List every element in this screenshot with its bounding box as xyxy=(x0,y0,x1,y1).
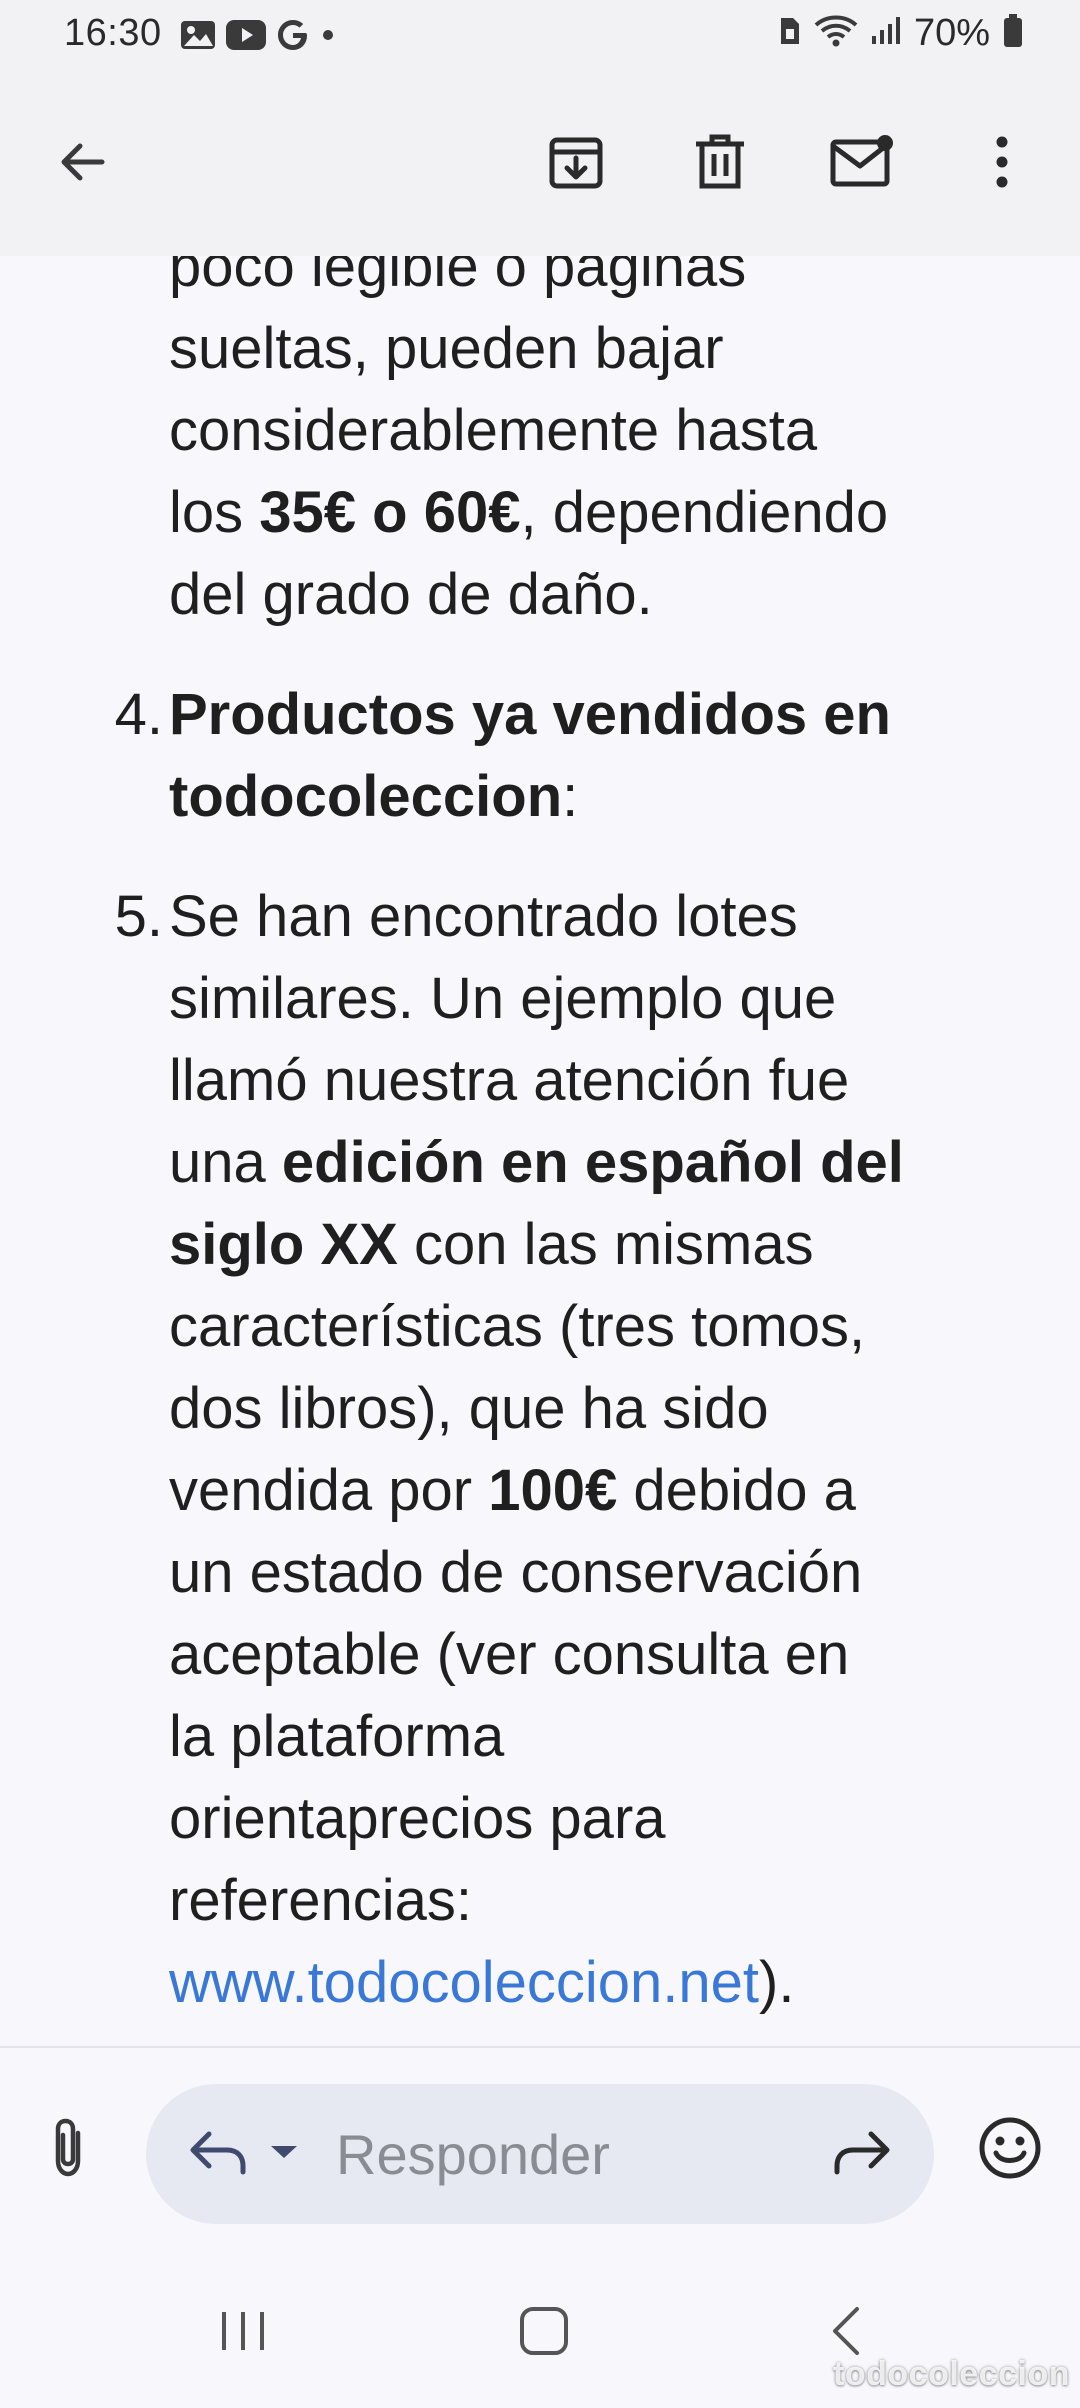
dot-icon xyxy=(320,18,336,52)
reply-mode-dropdown[interactable] xyxy=(264,2138,304,2170)
item5-line8-start: vendida por xyxy=(169,1458,489,1523)
item5-line4: una edición en español del xyxy=(169,1122,1049,1204)
email-screen: 16:30 70% poco legible o páginas sueltas… xyxy=(0,0,1080,2408)
notification-icons xyxy=(180,18,336,52)
recents-icon xyxy=(218,2308,268,2359)
delete-button[interactable] xyxy=(670,114,770,214)
back-arrow-icon xyxy=(54,134,110,195)
system-navigation-bar: todocoleccion xyxy=(0,2248,1080,2408)
list-item-4: 4. Productos ya vendidos en todocoleccio… xyxy=(115,674,1049,838)
item4-heading: Productos ya vendidos en xyxy=(169,682,891,747)
back-button[interactable] xyxy=(32,114,132,214)
item5-line7: dos libros), que ha sido xyxy=(169,1376,769,1441)
item5-line14-end: ). xyxy=(759,1950,795,2015)
status-bar: 16:30 70% xyxy=(0,0,1080,72)
mark-unread-button[interactable] xyxy=(812,114,912,214)
list-item-3: poco legible o páginas sueltas, pueden b… xyxy=(169,256,1049,636)
watermark: todocoleccion xyxy=(833,2355,1070,2393)
email-toolbar xyxy=(0,72,1080,256)
battery-icon xyxy=(1002,13,1024,54)
item4-line2: todocoleccion: xyxy=(169,756,1049,838)
todocoleccion-link[interactable]: www.todocoleccion.net xyxy=(169,1950,759,2015)
caret-down-icon xyxy=(269,2143,299,2166)
back-icon xyxy=(827,2305,863,2362)
item5-line8: vendida por 100€ debido a xyxy=(169,1450,1049,1532)
signal-icon xyxy=(870,14,902,53)
item5-line3: llamó nuestra atención fue xyxy=(169,1048,850,1113)
item5-century-bold: siglo XX xyxy=(169,1212,398,1277)
item5-line8-end: debido a xyxy=(617,1458,856,1523)
item5-line5-end: con las mismas xyxy=(397,1212,814,1277)
home-button[interactable] xyxy=(499,2288,589,2378)
list-number-5: 5. xyxy=(114,884,163,949)
more-options-button[interactable] xyxy=(952,114,1052,214)
item4-heading-site: todocoleccion xyxy=(169,764,563,829)
item3-line5: del grado de daño. xyxy=(169,562,653,627)
item5-price-bold: 100€ xyxy=(488,1458,618,1523)
item4-line1: Productos ya vendidos en xyxy=(169,674,1049,756)
sim-icon xyxy=(778,14,802,53)
status-right: 70% xyxy=(778,12,1024,55)
forward-icon xyxy=(831,2128,893,2181)
wifi-icon xyxy=(814,14,858,53)
recents-button[interactable] xyxy=(198,2288,288,2378)
mark-unread-icon xyxy=(829,134,895,195)
item5-line14: www.todocoleccion.net). xyxy=(169,1942,1049,2024)
more-vert-icon xyxy=(992,132,1012,197)
item3-price-range: 35€ o 60€ xyxy=(259,480,521,545)
item5-line2: similares. Un ejemplo que xyxy=(169,966,837,1031)
item5-edition-bold: edición en español del xyxy=(281,1130,904,1195)
youtube-icon xyxy=(226,20,266,50)
message-body: poco legible o páginas sueltas, pueden b… xyxy=(0,256,1080,2046)
archive-button[interactable] xyxy=(526,114,626,214)
home-icon xyxy=(518,2305,570,2362)
item5-line11: la plataforma xyxy=(169,1704,505,1769)
attach-button[interactable] xyxy=(28,2110,108,2190)
item5-line1: Se han encontrado lotes xyxy=(169,884,798,949)
reply-bar xyxy=(0,2046,1080,2248)
status-time: 16:30 xyxy=(64,12,162,54)
reply-compose-pill[interactable] xyxy=(146,2084,934,2224)
item3-line1: poco legible o páginas xyxy=(169,256,747,299)
emoji-button[interactable] xyxy=(966,2106,1054,2194)
item3-line2: sueltas, pueden bajar xyxy=(169,316,724,381)
forward-button[interactable] xyxy=(826,2120,898,2188)
item5-line5: siglo XX con las mismas xyxy=(169,1204,1049,1286)
item4-colon: : xyxy=(562,764,579,829)
item5-line10: aceptable (ver consulta en xyxy=(169,1622,850,1687)
gallery-icon xyxy=(180,19,216,51)
message-body-text: poco legible o páginas sueltas, pueden b… xyxy=(0,256,1080,2024)
delete-icon xyxy=(692,132,748,197)
battery-percent: 70% xyxy=(913,12,990,54)
item5-line12: orientaprecios para xyxy=(169,1786,666,1851)
item3-line4-end: , dependiendo xyxy=(520,480,889,545)
google-icon xyxy=(276,18,310,52)
item5-line13: referencias: xyxy=(169,1868,473,1933)
item3-line4-start: los xyxy=(169,480,260,545)
item5-line9: un estado de conservación xyxy=(169,1540,863,1605)
attach-icon xyxy=(48,2115,88,2186)
list-item-5: 5. Se han encontrado lotes similares. Un… xyxy=(115,876,1049,2024)
emoji-icon xyxy=(977,2115,1043,2186)
item5-line6: características (tres tomos, xyxy=(169,1294,866,1359)
reply-icon xyxy=(187,2128,249,2181)
item3-line4: los 35€ o 60€, dependiendo xyxy=(169,472,1049,554)
archive-icon xyxy=(546,132,606,197)
reply-input[interactable] xyxy=(336,2118,776,2190)
list-number-4: 4. xyxy=(114,682,163,747)
reply-button[interactable] xyxy=(182,2120,254,2188)
item5-line4-start: una xyxy=(169,1130,282,1195)
item3-line3: considerablemente hasta xyxy=(169,398,818,463)
